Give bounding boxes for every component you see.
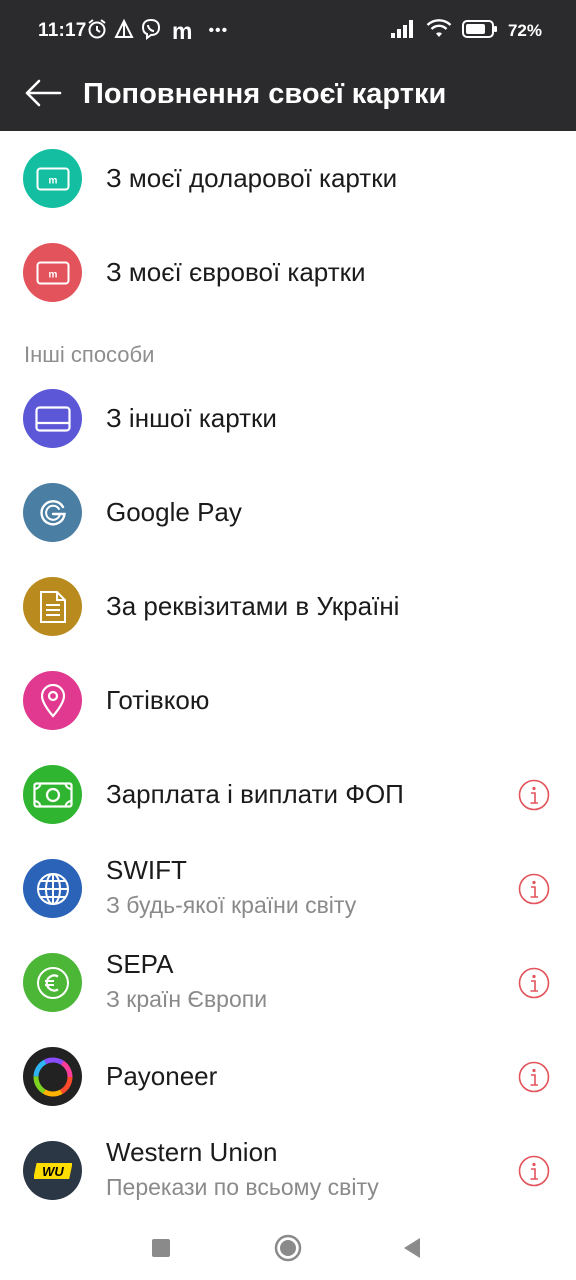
info-icon[interactable] [518, 779, 550, 811]
wu-logo-text: WU [42, 1164, 64, 1179]
wifi-icon [426, 18, 452, 44]
google-icon [23, 483, 82, 542]
triangle-notification-icon [114, 18, 134, 44]
system-icons: 72% [390, 18, 542, 44]
list-item-subtitle: З країн Європи [106, 986, 268, 1012]
list-item-label: Western Union [106, 1137, 278, 1167]
list-item-salary-fop[interactable]: Зарплата і виплати ФОП [0, 748, 576, 842]
document-icon [23, 577, 82, 636]
credit-card-icon [23, 389, 82, 448]
list-item-subtitle: Перекази по всьому світу [106, 1174, 379, 1200]
list-item-cash[interactable]: Готівкою [0, 654, 576, 748]
triangle-back-icon [404, 1238, 420, 1258]
notification-icons: m ••• [86, 18, 228, 44]
signal-icon [390, 19, 416, 44]
list-item-bank-details[interactable]: За реквізитами в Україні [0, 560, 576, 654]
list-item-label: Payoneer [106, 1061, 218, 1091]
list-item-label: З моєї єврової картки [106, 257, 366, 287]
list-item-usd-card[interactable]: m З моєї доларової картки [0, 132, 576, 226]
section-header-other-methods: Інші способи [24, 342, 155, 367]
top-bar: 11:17 m ••• 72% Поповнення своєї картки [0, 0, 576, 131]
list-item-label: Google Pay [106, 497, 242, 527]
list-item-western-union[interactable]: WU Western Union Перекази по всьому світ… [0, 1124, 576, 1218]
list-item-sepa[interactable]: SEPA З країн Європи [0, 936, 576, 1030]
list-item-label: SWIFT [106, 855, 187, 885]
list-item-payoneer[interactable]: Payoneer [0, 1030, 576, 1124]
western-union-icon: WU [23, 1141, 82, 1200]
back-nav-button[interactable] [394, 1230, 430, 1266]
recent-apps-button[interactable] [143, 1230, 179, 1266]
card-badge-label: m [48, 175, 57, 186]
info-icon[interactable] [518, 967, 550, 999]
system-nav-bar [0, 1212, 576, 1280]
battery-icon [461, 19, 498, 44]
monobank-app-icon: m [172, 17, 193, 44]
card-m-icon: m [23, 243, 82, 302]
list-item-label: За реквізитами в Україні [106, 591, 400, 621]
alarm-icon [86, 18, 108, 45]
home-button[interactable] [270, 1230, 306, 1266]
card-badge-label: m [48, 269, 57, 280]
back-arrow-icon [25, 79, 62, 107]
list-item-swift[interactable]: SWIFT З будь-якої країни світу [0, 842, 576, 936]
list-item-google-pay[interactable]: Google Pay [0, 466, 576, 560]
list-item-label: SEPA [106, 949, 174, 979]
location-pin-icon [23, 671, 82, 730]
battery-percent: 72% [507, 21, 542, 40]
euro-icon [23, 953, 82, 1012]
info-icon[interactable] [518, 873, 550, 905]
list-item-subtitle: З будь-якої країни світу [106, 892, 357, 918]
square-icon [152, 1239, 170, 1257]
globe-icon [23, 859, 82, 918]
list-item-label: З моєї доларової картки [106, 163, 398, 193]
list-item-other-card[interactable]: З іншої картки [0, 372, 576, 466]
list-item-label: Готівкою [106, 685, 210, 715]
info-icon[interactable] [518, 1061, 550, 1093]
page-title: Поповнення своєї картки [83, 78, 447, 110]
more-notifications-icon: ••• [208, 22, 229, 39]
status-time: 11:17 [38, 20, 87, 41]
banknote-icon [23, 765, 82, 824]
card-m-icon: m [23, 149, 82, 208]
status-bar: 11:17 m ••• 72% [0, 0, 576, 62]
list-item-label: Зарплата і виплати ФОП [106, 779, 404, 809]
list-item-eur-card[interactable]: m З моєї єврової картки [0, 226, 576, 320]
viber-icon [140, 18, 162, 45]
app-bar: Поповнення своєї картки [0, 62, 576, 131]
list-item-label: З іншої картки [106, 403, 277, 433]
payoneer-ring-icon [23, 1047, 82, 1106]
back-button[interactable] [22, 72, 64, 114]
circle-icon [274, 1234, 302, 1262]
info-icon[interactable] [518, 1155, 550, 1187]
